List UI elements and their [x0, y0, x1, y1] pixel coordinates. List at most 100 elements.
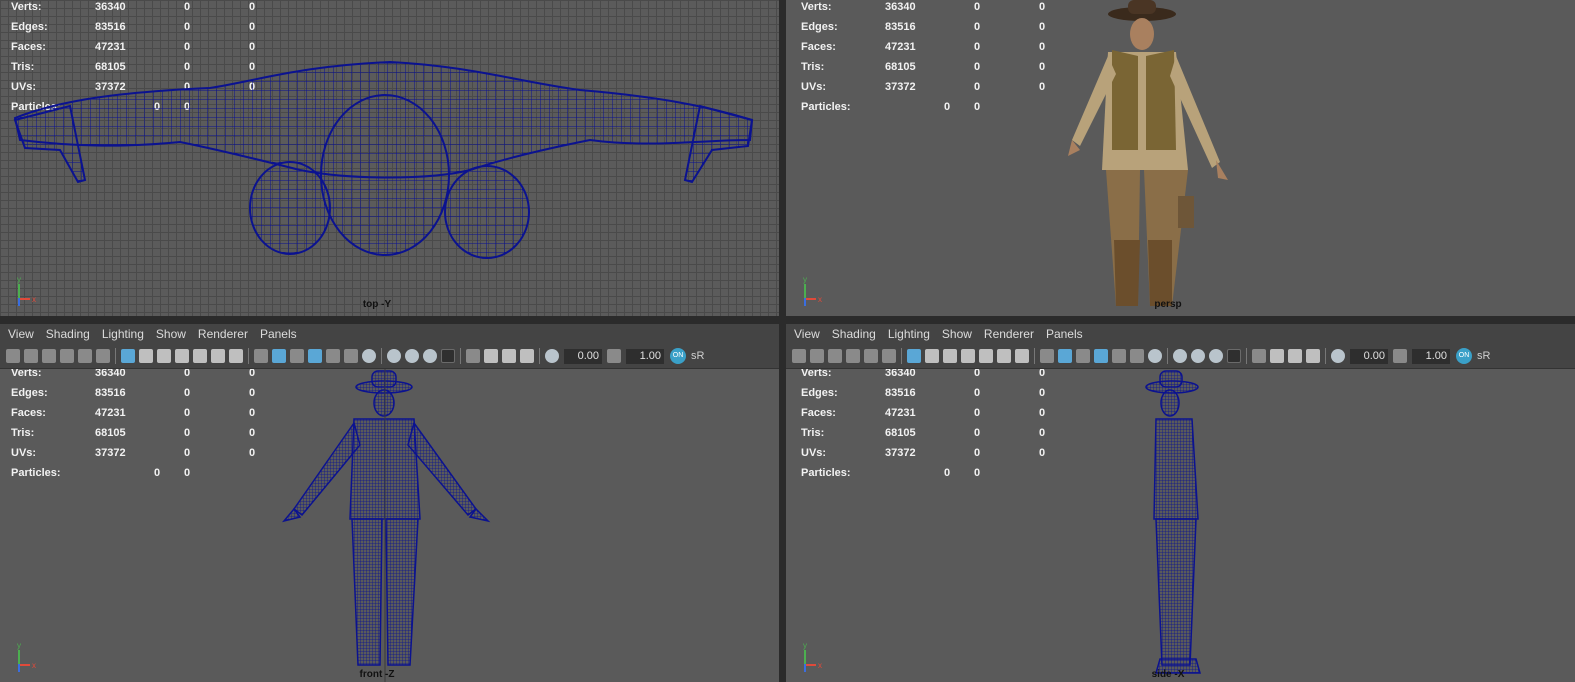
- side-view-panel[interactable]: View Shading Lighting Show Renderer Pane…: [786, 324, 1575, 682]
- film-gate-icon[interactable]: [139, 349, 153, 363]
- menu-show[interactable]: Show: [942, 327, 972, 341]
- field-chart-icon[interactable]: [979, 349, 993, 363]
- character-wireframe-front[interactable]: [270, 369, 510, 682]
- safe-action-icon[interactable]: [211, 349, 225, 363]
- field-chart-icon[interactable]: [193, 349, 207, 363]
- character-wireframe-top[interactable]: [0, 0, 779, 316]
- anti-aliasing-icon[interactable]: [1209, 349, 1223, 363]
- color-space-label[interactable]: sR: [691, 350, 704, 362]
- character-textured-persp[interactable]: [1046, 0, 1306, 316]
- exposure-field[interactable]: 0.00: [564, 348, 602, 364]
- stat-tris: Tris: 68105 0 0: [801, 61, 1046, 73]
- menu-renderer[interactable]: Renderer: [984, 327, 1034, 341]
- stat-verts: Verts: 36340 0 0: [801, 369, 1046, 379]
- stat-tris: Tris: 68105 0 0: [801, 427, 1046, 439]
- wireframe-mode-icon[interactable]: [1040, 349, 1054, 363]
- camera-label-top: top -Y: [362, 299, 392, 310]
- screen-space-ao-icon[interactable]: [387, 349, 401, 363]
- screen-space-ao-icon[interactable]: [1173, 349, 1187, 363]
- select-camera-icon[interactable]: [792, 349, 806, 363]
- exposure-icon[interactable]: [545, 349, 559, 363]
- camera-label-side: side -X: [1151, 669, 1185, 680]
- smooth-shade-icon[interactable]: [1058, 349, 1072, 363]
- image-plane-icon[interactable]: [60, 349, 74, 363]
- select-camera-icon[interactable]: [6, 349, 20, 363]
- wireframe-mode-icon[interactable]: [254, 349, 268, 363]
- xray-components-icon[interactable]: [1306, 349, 1320, 363]
- gamma-field[interactable]: 1.00: [1412, 348, 1450, 364]
- xray-components-icon[interactable]: [520, 349, 534, 363]
- textured-icon[interactable]: [326, 349, 340, 363]
- smooth-shade-icon[interactable]: [272, 349, 286, 363]
- image-plane-icon[interactable]: [846, 349, 860, 363]
- menu-view[interactable]: View: [8, 327, 34, 341]
- xray-joints-icon[interactable]: [502, 349, 516, 363]
- menu-panels[interactable]: Panels: [1046, 327, 1083, 341]
- color-space-label[interactable]: sR: [1477, 350, 1490, 362]
- exposure-field[interactable]: 0.00: [1350, 348, 1388, 364]
- depth-of-field-icon[interactable]: [1227, 349, 1241, 363]
- shadows-icon[interactable]: [1148, 349, 1162, 363]
- stat-uvs: UVs:3737200: [801, 447, 1046, 459]
- wireframe-on-shaded-icon[interactable]: [308, 349, 322, 363]
- camera-attributes-icon[interactable]: [810, 349, 824, 363]
- menu-lighting[interactable]: Lighting: [888, 327, 930, 341]
- gamma-field[interactable]: 1.00: [626, 348, 664, 364]
- front-viewport[interactable]: Verts: 36340 0 0 Edges: 83516 0 0 Faces: 47231 0…: [0, 369, 779, 682]
- gate-mask-icon[interactable]: [175, 349, 189, 363]
- color-management-toggle[interactable]: ON: [1456, 348, 1472, 364]
- xray-icon[interactable]: [1270, 349, 1284, 363]
- safe-title-icon[interactable]: [229, 349, 243, 363]
- isolate-select-icon[interactable]: [1252, 349, 1266, 363]
- menu-lighting[interactable]: Lighting: [102, 327, 144, 341]
- default-material-icon[interactable]: [1076, 349, 1090, 363]
- motion-blur-icon[interactable]: [405, 349, 419, 363]
- motion-blur-icon[interactable]: [1191, 349, 1205, 363]
- default-material-icon[interactable]: [290, 349, 304, 363]
- gamma-icon[interactable]: [1393, 349, 1407, 363]
- grease-pencil-icon[interactable]: [882, 349, 896, 363]
- two-d-pan-zoom-icon[interactable]: [78, 349, 92, 363]
- top-view-panel[interactable]: Verts: 36340 0 0 Edges: 83516 0 0 Faces: 47231 0…: [0, 0, 779, 316]
- textured-icon[interactable]: [1112, 349, 1126, 363]
- grid-toggle-icon[interactable]: [907, 349, 921, 363]
- depth-of-field-icon[interactable]: [441, 349, 455, 363]
- menu-view[interactable]: View: [794, 327, 820, 341]
- safe-title-icon[interactable]: [1015, 349, 1029, 363]
- color-management-toggle[interactable]: ON: [670, 348, 686, 364]
- poly-count-hud: Verts: 36340 0 0 Edges: 83516 0 0 Faces: 47231 0…: [801, 1, 1061, 121]
- xray-joints-icon[interactable]: [1288, 349, 1302, 363]
- resolution-gate-icon[interactable]: [157, 349, 171, 363]
- bookmarks-icon[interactable]: [828, 349, 842, 363]
- xray-icon[interactable]: [484, 349, 498, 363]
- side-viewport[interactable]: Verts: 36340 0 0 Edges: 83516 0 0 Faces: 47231 0…: [786, 369, 1575, 682]
- persp-view-panel[interactable]: Verts: 36340 0 0 Edges: 83516 0 0 Faces: 47231 0…: [786, 0, 1575, 316]
- stat-edges: Edges: 83516 0 0: [801, 387, 1046, 399]
- wireframe-on-shaded-icon[interactable]: [1094, 349, 1108, 363]
- bookmarks-icon[interactable]: [42, 349, 56, 363]
- panel-menu-bar: View Shading Lighting Show Renderer Pane…: [0, 324, 779, 344]
- two-d-pan-zoom-icon[interactable]: [864, 349, 878, 363]
- grid-toggle-icon[interactable]: [121, 349, 135, 363]
- film-gate-icon[interactable]: [925, 349, 939, 363]
- gamma-icon[interactable]: [607, 349, 621, 363]
- grease-pencil-icon[interactable]: [96, 349, 110, 363]
- front-view-panel[interactable]: View Shading Lighting Show Renderer Pane…: [0, 324, 779, 682]
- menu-shading[interactable]: Shading: [46, 327, 90, 341]
- menu-panels[interactable]: Panels: [260, 327, 297, 341]
- exposure-icon[interactable]: [1331, 349, 1345, 363]
- use-all-lights-icon[interactable]: [344, 349, 358, 363]
- gate-mask-icon[interactable]: [961, 349, 975, 363]
- safe-action-icon[interactable]: [997, 349, 1011, 363]
- isolate-select-icon[interactable]: [466, 349, 480, 363]
- camera-label-front: front -Z: [359, 669, 395, 680]
- anti-aliasing-icon[interactable]: [423, 349, 437, 363]
- resolution-gate-icon[interactable]: [943, 349, 957, 363]
- menu-show[interactable]: Show: [156, 327, 186, 341]
- camera-attributes-icon[interactable]: [24, 349, 38, 363]
- shadows-icon[interactable]: [362, 349, 376, 363]
- menu-renderer[interactable]: Renderer: [198, 327, 248, 341]
- menu-shading[interactable]: Shading: [832, 327, 876, 341]
- character-wireframe-side[interactable]: [1126, 369, 1226, 682]
- use-all-lights-icon[interactable]: [1130, 349, 1144, 363]
